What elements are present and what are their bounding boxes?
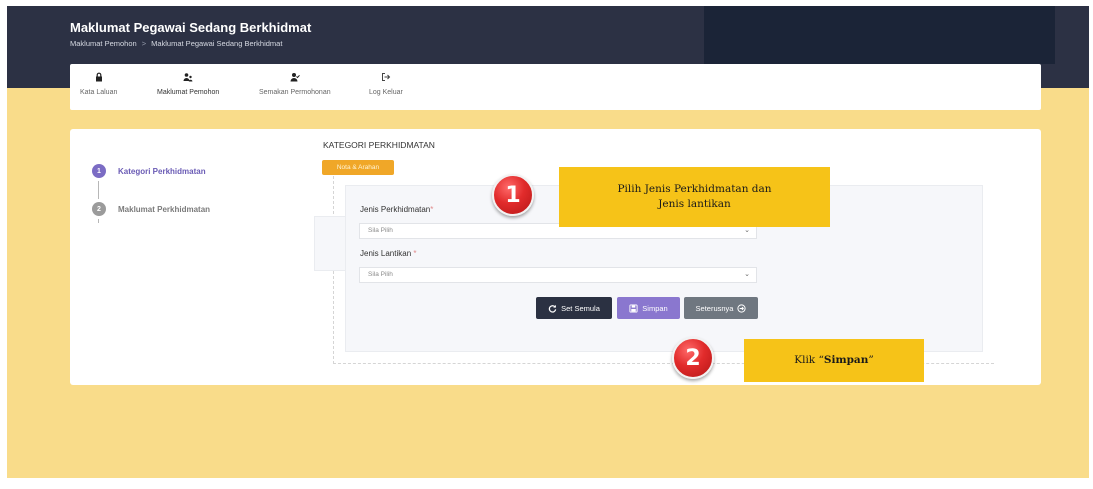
callout-text: ” (868, 353, 874, 366)
nav-label: Kata Laluan (80, 89, 118, 96)
refresh-icon (548, 304, 557, 313)
lock-icon (80, 72, 117, 86)
reset-button-label: Set Semula (561, 303, 600, 313)
callout-text: Klik “ (794, 353, 824, 366)
note-button-label: Nota & Arahan (336, 164, 380, 171)
callout-text: Pilih Jenis Perkhidmatan dan (617, 182, 772, 195)
select-value: Sila Pilih (368, 271, 393, 278)
save-icon (629, 303, 638, 313)
step-label: Kategori Perkhidmatan (118, 166, 206, 176)
jenis-lantikan-label: Jenis Lantikan * (360, 249, 417, 258)
step-kategori-perkhidmatan[interactable]: 1 Kategori Perkhidmatan (92, 164, 206, 178)
next-button[interactable]: Seterusnya (684, 297, 758, 319)
nav-item-semakan-permohonan[interactable]: Semakan Permohonan (259, 72, 331, 96)
form-side-panel (314, 216, 346, 271)
arrow-circle-right-icon (737, 303, 747, 313)
nav-label: Semakan Permohonan (259, 89, 331, 96)
breadcrumb-item-current: Maklumat Pegawai Sedang Berkhidmat (151, 39, 283, 48)
page-title: Maklumat Pegawai Sedang Berkhidmat (70, 20, 312, 35)
user-check-icon (259, 72, 331, 86)
jenis-lantikan-select[interactable]: Sila Pilih ⌄ (359, 267, 757, 283)
nav-label: Maklumat Pemohon (157, 89, 220, 96)
callout-text: Jenis lantikan (658, 198, 731, 210)
nav-item-kata-laluan[interactable]: Kata Laluan (80, 72, 117, 96)
chevron-down-icon: ⌄ (744, 271, 750, 278)
select-value: Sila Pilih (368, 227, 393, 234)
top-nav: Kata Laluan Maklumat Pemohon Semakan Per… (70, 64, 1041, 110)
step-label: Maklumat Perkhidmatan (118, 204, 211, 214)
breadcrumb: Maklumat Pemohon > Maklumat Pegawai Sedang… (70, 39, 282, 48)
step-number: 2 (92, 202, 106, 216)
sign-out-icon (369, 72, 403, 86)
step-maklumat-perkhidmatan[interactable]: 2 Maklumat Perkhidmatan (92, 202, 210, 216)
step-connector (98, 219, 99, 223)
app-frame: Maklumat Pegawai Sedang Berkhidmat Maklu… (7, 6, 1089, 478)
next-button-label: Seterusnya (695, 303, 734, 313)
save-button[interactable]: Simpan (617, 297, 680, 319)
users-icon (157, 72, 219, 86)
nav-item-maklumat-pemohon[interactable]: Maklumat Pemohon (157, 72, 219, 96)
nav-label: Log Keluar (369, 89, 403, 96)
reset-button[interactable]: Set Semula (536, 297, 612, 319)
step-badge-1: 1 (492, 174, 534, 216)
section-title: KATEGORI PERKHIDMATAN (323, 140, 435, 150)
annotation-callout-2: Klik “Simpan” (744, 339, 924, 382)
step-number: 1 (92, 164, 106, 178)
step-connector (98, 181, 99, 199)
jenis-perkhidmatan-label: Jenis Perkhidmatan* (360, 205, 434, 214)
save-button-label: Simpan (642, 303, 668, 313)
breadcrumb-item-pemohon[interactable]: Maklumat Pemohon (70, 39, 137, 48)
header-dark-panel (704, 6, 1055, 64)
step-badge-2: 2 (672, 337, 714, 379)
nav-item-log-keluar[interactable]: Log Keluar (369, 72, 403, 96)
annotation-callout-1: Pilih Jenis Perkhidmatan dan Jenis lantik… (559, 167, 830, 227)
callout-text-bold: Simpan (823, 353, 869, 366)
note-button[interactable]: Nota & Arahan (322, 160, 394, 175)
breadcrumb-separator: > (141, 39, 147, 48)
